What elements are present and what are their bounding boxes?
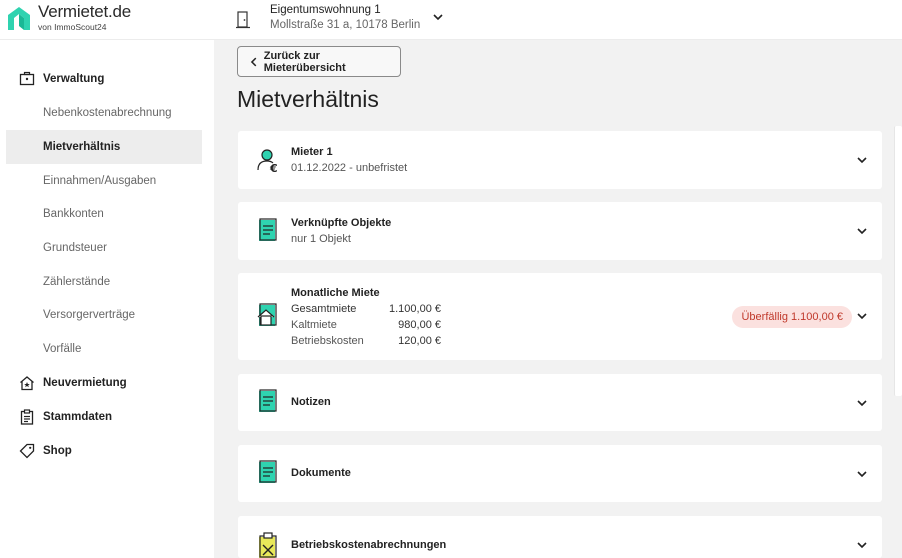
sidebar: Verwaltung Nebenkostenabrechnung Mietver…	[0, 40, 214, 558]
sidebar-item-zaehlerstaende[interactable]: Zählerstände	[6, 265, 202, 299]
sidebar-item-mietverhaeltnis[interactable]: Mietverhältnis	[6, 130, 202, 164]
side-panel-edge	[894, 126, 902, 396]
rent-label: Betriebskosten	[291, 335, 364, 347]
document-icon	[259, 218, 277, 241]
brand-logo[interactable]: Vermietet.de von ImmoScout24	[6, 3, 131, 33]
rent-value: 120,00 €	[398, 335, 441, 347]
house-logo-icon	[8, 7, 30, 30]
door-icon	[236, 11, 250, 29]
rent-row-total: Gesamtmiete 1.100,00 €	[291, 303, 441, 315]
sidebar-item-bankkonten[interactable]: Bankkonten	[6, 197, 202, 231]
chevron-down-icon[interactable]	[856, 226, 868, 236]
operating-cost-statements-card[interactable]: Betriebskostenabrechnungen	[238, 516, 882, 558]
chevron-down-icon[interactable]	[856, 155, 868, 165]
clipboard-check-icon	[259, 532, 277, 558]
property-address: Mollstraße 31 a, 10178 Berlin	[270, 19, 421, 31]
notes-card[interactable]: Notizen	[238, 374, 882, 431]
rent-value: 1.100,00 €	[389, 303, 441, 315]
sidebar-section-label: Shop	[43, 445, 72, 457]
sidebar-item-grundsteuer[interactable]: Grundsteuer	[6, 231, 202, 265]
chevron-left-icon	[250, 57, 257, 66]
rent-row-operating-costs: Betriebskosten 120,00 €	[291, 335, 441, 347]
linked-objects-title: Verknüpfte Objekte	[291, 217, 392, 229]
sidebar-section-label: Verwaltung	[43, 73, 105, 85]
chevron-down-icon[interactable]	[856, 469, 868, 479]
rent-row-cold: Kaltmiete 980,00 €	[291, 319, 441, 331]
tenant-period: 01.12.2022 - unbefristet	[291, 162, 408, 174]
chevron-down-icon[interactable]	[432, 12, 444, 22]
house-star-icon	[20, 376, 34, 391]
property-title: Eigentumswohnung 1	[270, 4, 381, 16]
sidebar-section-shop[interactable]: Shop	[0, 436, 214, 466]
back-to-tenant-overview-button[interactable]: Zurück zur Mieterübersicht	[237, 46, 401, 77]
linked-objects-count: nur 1 Objekt	[291, 233, 351, 245]
linked-objects-card[interactable]: Verknüpfte Objekte nur 1 Objekt	[238, 202, 882, 260]
sidebar-section-stammdaten[interactable]: Stammdaten	[0, 402, 214, 432]
rent-value: 980,00 €	[398, 319, 441, 331]
tenant-card[interactable]: € Mieter 1 01.12.2022 - unbefristet	[238, 131, 882, 189]
rent-label: Gesamtmiete	[291, 303, 357, 315]
notes-title: Notizen	[291, 396, 331, 408]
documents-title: Dokumente	[291, 467, 351, 479]
tag-icon	[19, 443, 35, 459]
briefcase-icon	[19, 71, 35, 86]
brand-subtitle: von ImmoScout24	[38, 22, 107, 32]
tenant-name: Mieter 1	[291, 146, 333, 158]
documents-card[interactable]: Dokumente	[238, 445, 882, 502]
sidebar-section-neuvermietung[interactable]: Neuvermietung	[0, 368, 214, 398]
sidebar-item-versorgervertraege[interactable]: Versorgerverträge	[6, 298, 202, 332]
chevron-down-icon[interactable]	[856, 311, 868, 321]
sidebar-section-label: Stammdaten	[43, 411, 113, 423]
house-document-icon	[257, 303, 277, 326]
sidebar-item-vorfaelle[interactable]: Vorfälle	[6, 332, 202, 366]
overdue-badge: Überfällig 1.100,00 €	[732, 306, 852, 328]
property-selector[interactable]: Eigentumswohnung 1 Mollstraße 31 a, 1017…	[236, 3, 444, 33]
chevron-down-icon[interactable]	[856, 398, 868, 408]
monthly-rent-title: Monatliche Miete	[291, 287, 380, 299]
sidebar-section-label: Neuvermietung	[43, 377, 127, 389]
sidebar-section-verwaltung[interactable]: Verwaltung	[0, 64, 214, 94]
document-icon	[259, 460, 277, 483]
sidebar-item-einnahmen-ausgaben[interactable]: Einnahmen/Ausgaben	[6, 164, 202, 198]
brand-title: Vermietet.de	[38, 2, 132, 21]
page-title: Mietverhältnis	[237, 86, 379, 112]
monthly-rent-card[interactable]: Monatliche Miete Gesamtmiete 1.100,00 € …	[238, 273, 882, 360]
clipboard-icon	[20, 409, 34, 425]
operating-cost-statements-title: Betriebskostenabrechnungen	[291, 539, 447, 551]
chevron-down-icon[interactable]	[856, 540, 868, 550]
top-header: Vermietet.de von ImmoScout24 Eigentumswo…	[0, 0, 902, 40]
svg-text:€: €	[269, 162, 278, 173]
rent-label: Kaltmiete	[291, 319, 337, 331]
back-button-label: Zurück zur Mieterübersicht	[263, 49, 346, 74]
sidebar-item-nebenkostenabrechnung[interactable]: Nebenkostenabrechnung	[6, 96, 202, 130]
document-icon	[259, 389, 277, 412]
tenant-euro-icon: €	[257, 149, 278, 173]
